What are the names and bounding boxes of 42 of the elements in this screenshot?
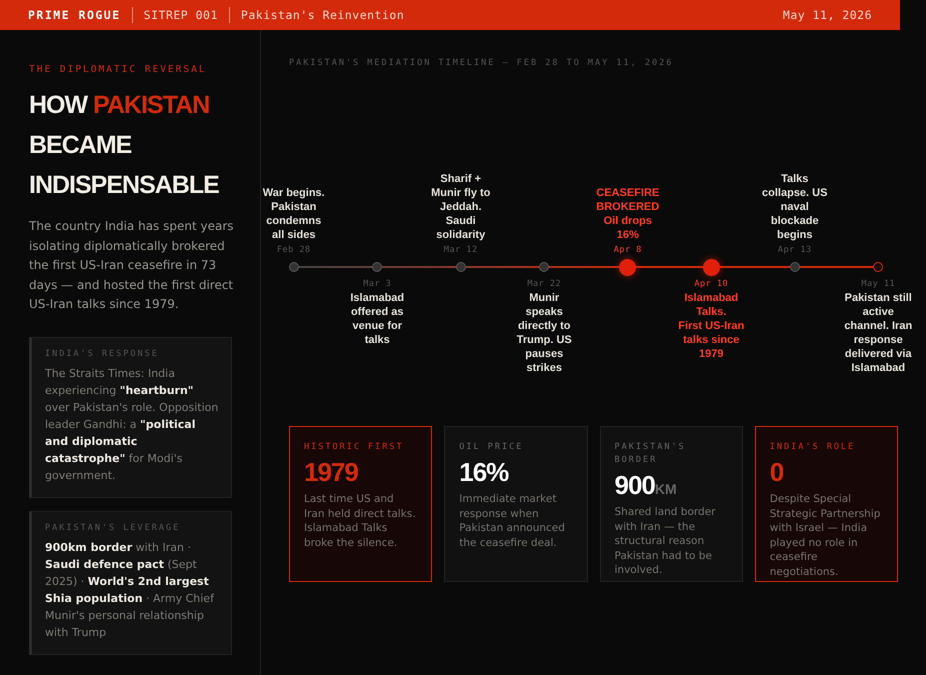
panel-text: The Straits Times: India experiencing "heartburn" over Pakistan's role. Opposition leader Gandhi: a "political and diplomatic catastrophe" for Modi's government. <box>45 366 220 484</box>
event-text: War begins. Pakistan condemns all sides <box>262 186 326 242</box>
event-text: Sharif + Munir fly to Jeddah. Saudi solidarity <box>430 172 492 242</box>
event-text: Islamabad offered as venue for talks <box>349 291 406 347</box>
event-heading: CEASEFIRE BROKERED <box>595 186 660 214</box>
event-date: Apr 10 <box>694 279 728 289</box>
panel-text: 900km border with Iran · Saudi defence pact (Sept 2025) · World's 2nd largest Shia population · Army Chief Munir's personal relationship with Trump <box>45 540 216 640</box>
stat-description: Despite Special Strategic Partnership with Israel — India played no role in ceasefire negotiations. <box>770 492 882 579</box>
event-date: Apr 8 <box>614 245 642 255</box>
headline: HOW PAKISTAN BECAME INDISPENSABLE <box>29 90 220 201</box>
stat-label: INDIA'S ROLE <box>770 441 856 454</box>
stat-value: 16% <box>459 457 510 488</box>
stat-label: OIL PRICE <box>459 441 524 454</box>
stat-description: Immediate market response when Pakistan announced the ceasefire deal. <box>459 492 566 550</box>
event-date: Mar 12 <box>444 245 478 255</box>
stat-value: 0 <box>770 457 784 488</box>
stat-label: PAKISTAN'S BORDER <box>614 441 687 467</box>
stat-label: HISTORIC FIRST <box>304 441 405 454</box>
event-text: Oil drops 16% <box>602 214 653 242</box>
issue-label: SITREP 001 <box>144 8 218 22</box>
event-text: Munir speaks directly to Trump. US pauses strikes <box>516 291 573 375</box>
stat-description: Last time US and Iran held direct talks. Islamabad Talks broke the silence. <box>304 492 417 550</box>
timeline-title: PAKISTAN'S MEDIATION TIMELINE — FEB 28 TO MAY 11, 2026 <box>289 58 674 68</box>
event-date: Apr 13 <box>778 245 812 255</box>
stat-description: Shared land border with Iran — the structural reason Pakistan had to be involved. <box>614 505 716 578</box>
stat-value: 900KM <box>614 470 678 501</box>
event-date: Feb 28 <box>276 245 311 255</box>
kicker-label: THE DIPLOMATIC REVERSAL <box>29 64 208 75</box>
event-date: Mar 3 <box>363 279 392 289</box>
page-title: Pakistan's Reinvention <box>240 8 404 22</box>
event-date: May 11 <box>861 279 896 289</box>
brand-name: PRIME ROGUE <box>28 8 121 22</box>
date-label: May 11, 2026 <box>782 8 872 22</box>
event-text: First US-Iran talks since 1979 <box>677 319 746 361</box>
panel-label: INDIA'S RESPONSE <box>45 348 160 358</box>
summary-paragraph: The country India has spent years isolating diplomatically brokered the first US-Iran ceasefire in 73 days — and hosted the first direct US-Iran talks since 1979. <box>29 218 235 313</box>
event-text: Pakistan still active channel. Iran response delivered via Islamabad <box>844 291 912 375</box>
event-heading: Islamabad Talks. <box>683 291 740 319</box>
event-text: Talks collapse. US naval blockade begins <box>761 172 828 242</box>
event-date: Mar 22 <box>527 279 562 289</box>
stat-value: 1979 <box>304 457 359 488</box>
panel-label: PAKISTAN'S LEVERAGE <box>45 522 182 532</box>
